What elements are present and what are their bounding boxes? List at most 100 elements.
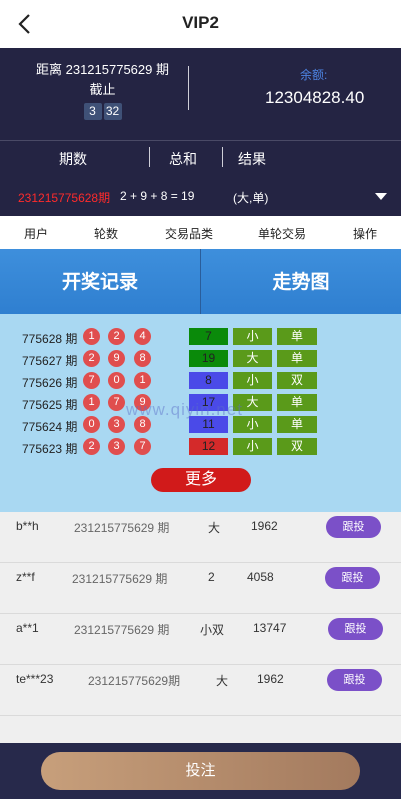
countdown-seconds: 32 <box>103 103 122 120</box>
nav-category: 交易品类 <box>165 227 214 241</box>
top-bar: VIP2 <box>0 0 401 48</box>
number-ball: 1 <box>134 372 151 389</box>
bet-user: z**f <box>16 570 35 584</box>
history-size: 小 <box>233 372 272 389</box>
number-ball: 0 <box>108 372 125 389</box>
number-ball: 2 <box>83 350 100 367</box>
history-issue: 775625 期 <box>22 398 78 412</box>
bet-amount: 1962 <box>257 672 284 686</box>
tab-trend[interactable]: 走势图 <box>201 249 401 314</box>
latest-result-row[interactable]: 231215775628期 2 + 9 + 8 = 19 (大,单) <box>0 177 401 216</box>
bet-type: 大 <box>216 674 229 688</box>
balance-label: 余额: <box>300 68 328 82</box>
bet-table-header: 用户 轮数 交易品类 单轮交易 操作 <box>0 216 401 249</box>
number-ball: 0 <box>83 416 100 433</box>
watermark: www.qiyin.net <box>126 400 243 419</box>
bet-type: 大 <box>208 521 221 535</box>
nav-single-trade: 单轮交易 <box>258 227 307 241</box>
result-columns-header: 期数 总和 结果 <box>0 140 401 177</box>
bet-amount: 1962 <box>251 519 278 533</box>
number-ball: 7 <box>108 394 125 411</box>
history-issue: 775623 期 <box>22 442 78 456</box>
latest-issue: 231215775628期 <box>18 191 111 205</box>
bet-type: 2 <box>208 570 215 584</box>
history-parity: 单 <box>277 350 317 367</box>
history-row: 775628 期 124 7小单 <box>0 328 401 347</box>
number-ball: 2 <box>83 438 100 455</box>
record-tabs: 开奖记录 走势图 <box>0 249 401 314</box>
history-issue: 775628 期 <box>22 332 78 346</box>
history-row: 775626 期 701 8小双 <box>0 372 401 391</box>
tab-history[interactable]: 开奖记录 <box>0 249 200 314</box>
history-parity: 双 <box>277 438 317 455</box>
bet-list: b**h 231215775629 期大 1962 跟投 z**f 23121577562… <box>0 512 401 743</box>
latest-result: (大,单) <box>233 191 269 205</box>
history-parity: 单 <box>277 416 317 433</box>
footer-bar: 投注 <box>0 743 401 799</box>
balance-value: 12304828.40 <box>265 88 365 107</box>
history-sum: 12 <box>189 438 228 455</box>
page-title: VIP2 <box>182 13 219 32</box>
divider <box>222 147 223 167</box>
history-issue: 775626 期 <box>22 376 78 390</box>
follow-bet-button[interactable]: 跟投 <box>327 669 382 691</box>
history-parity: 单 <box>277 394 317 411</box>
history-issue: 775627 期 <box>22 354 78 368</box>
bet-issue: 231215775629期 <box>88 674 181 688</box>
number-ball: 8 <box>134 350 151 367</box>
bet-amount: 4058 <box>247 570 274 584</box>
history-sum: 19 <box>189 350 228 367</box>
number-ball: 1 <box>83 328 100 345</box>
bet-submit-button[interactable]: 投注 <box>41 752 360 790</box>
bet-type: 小双 <box>200 623 225 637</box>
period-deadline-label: 截止 <box>89 82 116 97</box>
divider <box>188 66 189 110</box>
dropdown-triangle-icon[interactable] <box>375 193 387 200</box>
latest-expression: 2 + 9 + 8 = 19 <box>120 189 195 203</box>
countdown-timer: 3 32 <box>0 102 205 120</box>
bet-issue: 231215775629 期 <box>72 572 168 586</box>
bet-row: te***23 231215775629期 大 1962 跟投 <box>0 665 401 716</box>
history-row: 775623 期 2 3 7 12 小双 <box>0 438 401 457</box>
follow-bet-button[interactable]: 跟投 <box>326 516 381 538</box>
number-ball: 3 <box>108 438 125 455</box>
history-issue: 775624 期 <box>22 420 78 434</box>
column-sum: 总和 <box>169 151 197 167</box>
history-parity: 双 <box>277 372 317 389</box>
nav-round: 轮数 <box>94 227 119 241</box>
column-result: 结果 <box>238 151 266 167</box>
number-ball: 1 <box>83 394 100 411</box>
history-size: 小 <box>233 328 272 345</box>
bet-row: b**h 231215775629 期 大 1962 跟投 <box>0 512 401 563</box>
number-ball: 2 <box>108 328 125 345</box>
divider <box>149 147 150 167</box>
bet-user: b**h <box>16 519 39 533</box>
bet-user: a**1 <box>16 621 39 635</box>
bet-issue: 231215775629 期 <box>74 623 170 637</box>
history-size: 小 <box>233 438 272 455</box>
number-ball: 7 <box>134 438 151 455</box>
period-info-panel: 距离 231215775629 期 截止 3 32 余额: 12304828.40 <box>0 48 401 140</box>
history-size: 大 <box>233 350 272 367</box>
history-sum: 7 <box>189 328 228 345</box>
bet-user: te***23 <box>16 672 54 686</box>
bet-issue: 231215775629 期 <box>74 521 170 535</box>
follow-bet-button[interactable]: 跟投 <box>325 567 380 589</box>
more-button[interactable]: 更多 <box>151 468 251 492</box>
history-parity: 单 <box>277 328 317 345</box>
number-ball: 7 <box>83 372 100 389</box>
countdown-minutes: 3 <box>83 103 102 120</box>
nav-action: 操作 <box>353 227 378 241</box>
bet-row: a**1 231215775629 期 小双 13747 跟投 <box>0 614 401 665</box>
nav-user: 用户 <box>24 227 49 241</box>
history-row: 775627 期 2 9 8 19 大单 <box>0 350 401 369</box>
number-ball: 3 <box>108 416 125 433</box>
number-ball: 4 <box>134 328 151 345</box>
bet-amount: 13747 <box>253 621 287 635</box>
number-ball: 9 <box>108 350 125 367</box>
bet-row: z**f 231215775629 期 2 4058 跟投 <box>0 563 401 614</box>
column-issue: 期数 <box>59 151 87 167</box>
history-sum: 8 <box>189 372 228 389</box>
period-label: 距离 231215775629 期 <box>36 62 169 77</box>
follow-bet-button[interactable]: 跟投 <box>328 618 383 640</box>
